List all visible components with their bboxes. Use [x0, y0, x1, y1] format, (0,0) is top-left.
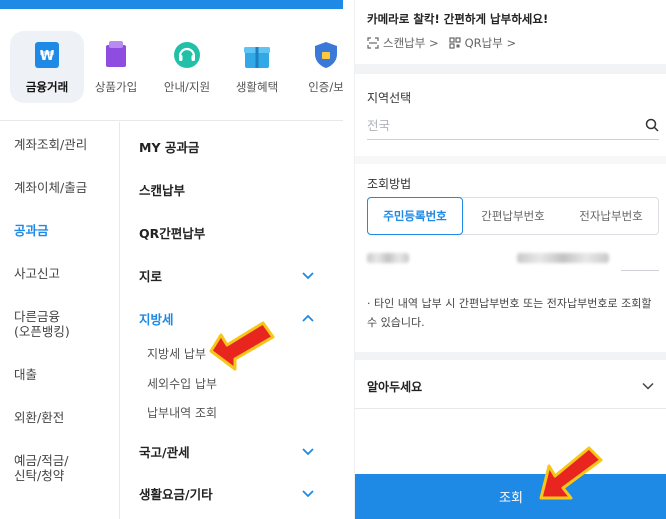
- headset-icon: [174, 42, 200, 68]
- section-divider: [355, 352, 666, 360]
- method-label: 조회방법: [367, 177, 412, 191]
- banner-title: 카메라로 찰칵! 간편하게 납부하세요!: [367, 12, 549, 26]
- submenu-local-tax-payment[interactable]: 지방세 납부: [147, 345, 206, 362]
- menu-item-loan[interactable]: 대출: [14, 367, 37, 382]
- shopping-bag-icon: [106, 41, 126, 67]
- category-label: 인증/보: [308, 80, 343, 94]
- submenu-giro[interactable]: 지로: [139, 266, 162, 285]
- left-panel: ₩ 금융거래 상품가입 안내/지원 생활혜택 인증/보 계좌조회/관리 계좌이체…: [0, 0, 343, 519]
- section-divider: [355, 156, 666, 164]
- submenu-local-tax[interactable]: 지방세: [139, 309, 174, 328]
- scan-pay-link[interactable]: 스캔납부 >: [383, 35, 439, 51]
- resident-number-back-blurred[interactable]: [517, 253, 609, 263]
- category-benefits[interactable]: 생활혜택: [220, 31, 294, 103]
- notes-toggle-label[interactable]: 알아두세요: [367, 378, 422, 395]
- menu-item-utility-bills[interactable]: 공과금: [14, 223, 49, 238]
- category-bar: ₩ 금융거래 상품가입 안내/지원 생활혜택 인증/보: [0, 9, 343, 121]
- menu-item-account[interactable]: 계좌조회/관리: [14, 137, 87, 152]
- scan-icon: [367, 37, 379, 49]
- submenu-living-bills[interactable]: 생활요금/기타: [139, 484, 213, 503]
- category-products[interactable]: 상품가입: [79, 31, 153, 103]
- chevron-down-icon[interactable]: [301, 446, 315, 456]
- category-label: 금융거래: [25, 80, 69, 94]
- notice-text: · 타인 내역 납부 시 간편납부번호 또는 전자납부번호로 조회할 수 있습니…: [367, 294, 659, 332]
- submenu-national-tax[interactable]: 국고/관세: [139, 442, 190, 461]
- pointer-arrow-icon: [209, 321, 275, 371]
- input-underline: [621, 270, 659, 271]
- gift-icon: [244, 47, 270, 68]
- submenu-my-utility[interactable]: MY 공과금: [139, 137, 199, 156]
- won-card-icon: ₩: [35, 42, 59, 68]
- chevron-down-icon[interactable]: [301, 270, 315, 280]
- region-label: 지역선택: [367, 91, 412, 105]
- submenu-qr-pay[interactable]: QR간편납부: [139, 223, 205, 242]
- tab-resident-number[interactable]: 주민등록번호: [367, 197, 463, 235]
- chevron-up-icon[interactable]: [301, 313, 315, 323]
- qr-pay-link[interactable]: QR납부 >: [465, 35, 517, 51]
- menu-item-foreign-exchange[interactable]: 외환/환전: [14, 410, 64, 425]
- menu-item-deposits[interactable]: 예금/적금/ 신탁/청약: [14, 453, 68, 483]
- submenu-non-tax-payment[interactable]: 세외수입 납부: [147, 375, 217, 392]
- submenu-scan-pay[interactable]: 스캔납부: [139, 180, 185, 199]
- category-financial[interactable]: ₩ 금융거래: [10, 31, 84, 103]
- category-label: 생활혜택: [235, 80, 279, 94]
- submenu-payment-history[interactable]: 납부내역 조회: [147, 404, 217, 421]
- chevron-down-icon[interactable]: [642, 382, 654, 390]
- category-label: 안내/지원: [163, 80, 211, 94]
- category-auth[interactable]: 인증/보: [289, 31, 343, 103]
- notice-body: 타인 내역 납부 시 간편납부번호 또는 전자납부번호로 조회할 수 있습니다.: [367, 297, 652, 329]
- category-support[interactable]: 안내/지원: [150, 31, 224, 103]
- region-input[interactable]: [367, 112, 627, 138]
- qr-icon: [449, 37, 461, 49]
- svg-text:₩: ₩: [40, 49, 55, 64]
- divider: [355, 408, 666, 409]
- pointer-arrow-icon: [539, 446, 603, 500]
- section-divider: [355, 64, 666, 74]
- banner-links: 스캔납부 > QR납부 >: [367, 35, 516, 51]
- resident-number-front-blurred[interactable]: [367, 253, 409, 263]
- menu-item-transfer[interactable]: 계좌이체/출금: [14, 180, 87, 195]
- menu-item-open-banking[interactable]: 다른금융 (오픈뱅킹): [14, 309, 70, 339]
- search-icon[interactable]: [645, 118, 659, 132]
- resident-number-field[interactable]: [367, 247, 659, 271]
- primary-menu: 계좌조회/관리 계좌이체/출금 공과금 사고신고 다른금융 (오픈뱅킹) 대출 …: [0, 122, 120, 519]
- chevron-down-icon[interactable]: [301, 488, 315, 498]
- right-panel: 카메라로 찰칵! 간편하게 납부하세요! 스캔납부 > QR납부 > 지역선택 …: [354, 0, 666, 519]
- menu-item-incident-report[interactable]: 사고신고: [14, 266, 60, 281]
- tab-simple-payment-number[interactable]: 간편납부번호: [464, 197, 562, 235]
- lookup-button[interactable]: 조회: [355, 474, 666, 519]
- tab-electronic-payment-number[interactable]: 전자납부번호: [562, 197, 660, 235]
- top-accent-bar: [0, 0, 343, 9]
- notice-bullet: ·: [367, 297, 371, 310]
- region-select[interactable]: [367, 112, 659, 140]
- category-label: 상품가입: [94, 80, 138, 94]
- lookup-method-tabs: 주민등록번호 간편납부번호 전자납부번호: [367, 197, 659, 235]
- shield-icon: [315, 42, 337, 68]
